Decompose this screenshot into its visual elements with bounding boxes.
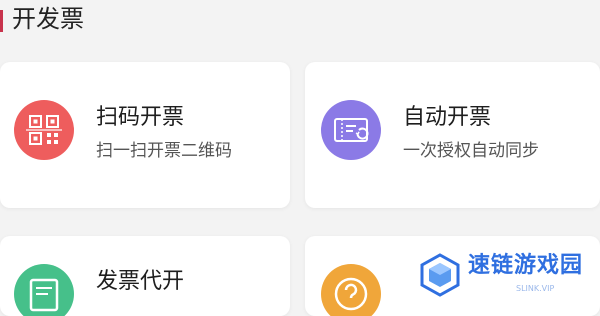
proxy-invoice-card[interactable]: 发票代开 — [0, 236, 290, 316]
question-icon — [321, 264, 381, 316]
card-subtitle: 一次授权自动同步 — [403, 141, 539, 161]
section-header: 开发票 — [0, 0, 600, 44]
watermark-text: 速链游戏园 — [468, 253, 584, 278]
ticket-sync-icon — [321, 100, 381, 160]
qr-code-icon — [14, 100, 74, 160]
scan-invoice-card[interactable]: 扫码开票 扫一扫开票二维码 — [0, 62, 290, 208]
watermark-subtext: SLINK.VIP — [516, 284, 555, 293]
card-title: 发票代开 — [96, 269, 185, 294]
watermark-logo-icon — [420, 253, 460, 297]
section-title: 开发票 — [12, 5, 84, 33]
card-title: 自动开票 — [403, 105, 492, 130]
auto-invoice-card[interactable]: 自动开票 一次授权自动同步 — [305, 62, 600, 208]
card-subtitle: 扫一扫开票二维码 — [96, 141, 232, 161]
document-icon — [14, 264, 74, 316]
section-accent-bar — [0, 10, 3, 32]
card-title: 扫码开票 — [96, 105, 185, 130]
site-watermark: 速链游戏园 SLINK.VIP — [400, 246, 600, 304]
